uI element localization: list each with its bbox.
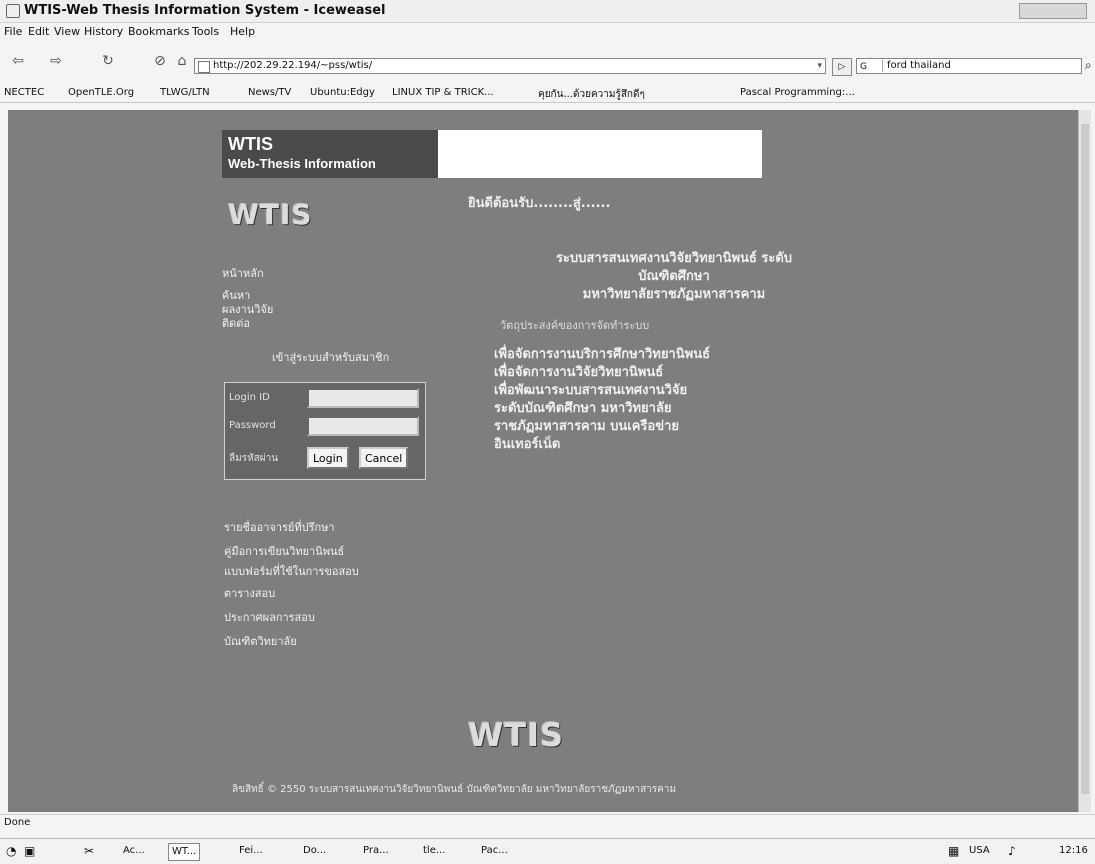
login-caption: เข้าสู่ระบบสำหรับสมาชิก bbox=[272, 351, 390, 364]
bookmark-item[interactable]: NECTEC bbox=[4, 87, 44, 98]
side-logo: WTIS bbox=[228, 198, 313, 231]
clock: 12:16 bbox=[1059, 845, 1088, 856]
objective-heading: วัตถุประสงค์ของการจัดทำระบบ bbox=[500, 319, 650, 332]
taskbar-item-active[interactable]: WT... bbox=[168, 843, 201, 861]
go-button[interactable]: ▷ bbox=[832, 58, 852, 76]
menu-bookmarks[interactable]: Bookmarks bbox=[128, 25, 189, 38]
login-id-input[interactable] bbox=[307, 388, 419, 408]
bookmark-item[interactable]: Ubuntu:Edgy bbox=[310, 87, 375, 98]
menu-file[interactable]: File bbox=[4, 25, 22, 38]
taskbar-item[interactable]: Do... bbox=[300, 843, 329, 859]
volume-icon[interactable]: ♪ bbox=[1008, 844, 1022, 858]
login-form: Login ID Password ลืมรหัสผ่าน Login Canc… bbox=[224, 382, 426, 480]
objective-line: เพื่อจัดการงานบริการศึกษาวิทยานิพนธ์ bbox=[494, 347, 711, 362]
banner-title: WTIS bbox=[228, 134, 273, 154]
bookmarks-toolbar: NECTEC OpenTLE.Org TLWG/LTN News/TV Ubun… bbox=[0, 84, 1095, 103]
objective-line: เพื่อพัฒนาระบบสารสนเทศงานวิจัย bbox=[494, 383, 688, 398]
url-text: http://202.29.22.194/~pss/wtis/ bbox=[213, 60, 373, 71]
password-label: Password bbox=[229, 420, 276, 431]
nav-link[interactable]: ประกาศผลการสอบ bbox=[224, 608, 315, 626]
side-menu-item[interactable]: ติดต่อ bbox=[222, 314, 250, 332]
nav-link[interactable]: รายชื่ออาจารย์ที่ปรึกษา bbox=[224, 518, 335, 536]
title-bar: WTIS-Web Thesis Information System - Ice… bbox=[0, 0, 1095, 23]
nav-link[interactable]: ตารางสอบ bbox=[224, 584, 275, 602]
status-bar: Done bbox=[0, 814, 1095, 831]
bookmark-item[interactable]: คุยกัน...ด้วยความรู้สึกดีๆ bbox=[538, 87, 645, 102]
taskbar-item[interactable]: Fei... bbox=[236, 843, 266, 859]
footer-text: ลิขสิทธิ์ © 2550 ระบบสารสนเทศงานวิจัยวิท… bbox=[232, 784, 677, 795]
menu-edit[interactable]: Edit bbox=[28, 25, 49, 38]
site-banner: WTIS Web-Thesis Information bbox=[222, 130, 762, 178]
window-controls[interactable] bbox=[1019, 3, 1087, 19]
menu-view[interactable]: View bbox=[54, 25, 80, 38]
login-id-label: Login ID bbox=[229, 392, 270, 403]
taskbar-item[interactable]: Pra... bbox=[360, 843, 392, 859]
window-title: WTIS-Web Thesis Information System - Ice… bbox=[24, 3, 386, 18]
bookmark-item[interactable]: TLWG/LTN bbox=[160, 87, 210, 98]
stop-icon[interactable]: ⊘ bbox=[148, 52, 172, 70]
nav-link[interactable]: คู่มือการเขียนวิทยานิพนธ์ bbox=[224, 542, 344, 560]
taskbar: ◔ ▣ ✂ Ac... WT... Fei... Do... Pra... tl… bbox=[0, 838, 1095, 864]
nav-link[interactable]: บัณฑิตวิทยาลัย bbox=[224, 632, 297, 650]
forward-icon[interactable]: ⇨ bbox=[44, 52, 68, 70]
taskbar-item[interactable]: Pac... bbox=[478, 843, 511, 859]
objective-line: ราชภัฏมหาสารคาม บนเครือข่าย bbox=[494, 419, 680, 434]
url-bar[interactable]: http://202.29.22.194/~pss/wtis/ ▾ bbox=[194, 58, 826, 74]
search-value: ford thailand bbox=[887, 60, 951, 71]
objective-line: ระดับบัณฑิตศึกษา มหาวิทยาลัย bbox=[494, 401, 672, 416]
network-icon: ▦ bbox=[948, 844, 960, 858]
menu-history[interactable]: History bbox=[84, 25, 123, 38]
bookmark-item[interactable]: LINUX TIP & TRICK... bbox=[392, 87, 494, 98]
search-box[interactable]: G ford thailand ⌕ bbox=[856, 58, 1092, 74]
page-content: WTIS Web-Thesis Information WTIS ยินดีต้… bbox=[8, 110, 1078, 812]
search-engine-icon[interactable]: G bbox=[860, 60, 883, 72]
navigation-toolbar: ⇦ ⇨ ↻ ⊘ ⌂ http://202.29.22.194/~pss/wtis… bbox=[0, 44, 1095, 80]
back-icon[interactable]: ⇦ bbox=[6, 52, 30, 70]
menu-bar: File Edit View History Bookmarks Tools H… bbox=[0, 23, 1095, 41]
home-icon[interactable]: ⌂ bbox=[170, 52, 194, 70]
page-icon bbox=[198, 61, 210, 73]
desktop-icon[interactable]: ▣ bbox=[24, 844, 38, 858]
vertical-scrollbar[interactable] bbox=[1078, 110, 1091, 812]
bookmark-item[interactable]: OpenTLE.Org bbox=[68, 87, 134, 98]
chevron-down-icon[interactable]: ▾ bbox=[817, 59, 822, 73]
bottom-logo: WTIS bbox=[468, 716, 565, 754]
banner-subtitle: Web-Thesis Information bbox=[228, 156, 376, 171]
taskbar-item[interactable]: tle... bbox=[420, 843, 448, 859]
menu-icon[interactable]: ◔ bbox=[6, 844, 20, 858]
scrollbar-thumb[interactable] bbox=[1081, 124, 1089, 794]
intro-text: ระบบสารสนเทศงานวิจัยวิทยานิพนธ์ ระดับ บั… bbox=[494, 250, 854, 304]
status-text: Done bbox=[4, 817, 31, 828]
nav-link[interactable]: แบบฟอร์มที่ใช้ในการขอสอบ bbox=[224, 562, 359, 580]
search-icon[interactable]: ⌕ bbox=[1085, 58, 1095, 74]
side-menu-item[interactable]: หน้าหลัก bbox=[222, 264, 264, 282]
forgot-password-link[interactable]: ลืมรหัสผ่าน bbox=[229, 451, 299, 466]
login-button[interactable]: Login bbox=[307, 447, 349, 469]
app-icon bbox=[6, 4, 20, 18]
menu-tools[interactable]: Tools bbox=[192, 25, 219, 38]
menu-help[interactable]: Help bbox=[230, 25, 255, 38]
intro-line: มหาวิทยาลัยราชภัฏมหาสารคาม bbox=[582, 287, 766, 302]
intro-line: บัณฑิตศึกษา bbox=[638, 269, 710, 284]
reload-icon[interactable]: ↻ bbox=[96, 52, 120, 70]
cancel-button[interactable]: Cancel bbox=[359, 447, 409, 469]
bookmark-item[interactable]: Pascal Programming:... bbox=[740, 87, 855, 98]
welcome-heading: ยินดีต้อนรับ........สู่...... bbox=[468, 196, 611, 211]
objective-line: อินเทอร์เน็ต bbox=[494, 437, 561, 452]
objective-text: เพื่อจัดการงานบริการศึกษาวิทยานิพนธ์ เพื… bbox=[494, 346, 844, 454]
intro-line: ระบบสารสนเทศงานวิจัยวิทยานิพนธ์ ระดับ bbox=[555, 251, 793, 266]
password-input[interactable] bbox=[307, 416, 419, 436]
tools-icon[interactable]: ✂ bbox=[84, 844, 98, 858]
objective-line: เพื่อจัดการงานวิจัยวิทยานิพนธ์ bbox=[494, 365, 664, 380]
keyboard-layout[interactable]: USA bbox=[966, 843, 993, 859]
taskbar-item[interactable]: Ac... bbox=[120, 843, 148, 859]
bookmark-item[interactable]: News/TV bbox=[248, 87, 291, 98]
